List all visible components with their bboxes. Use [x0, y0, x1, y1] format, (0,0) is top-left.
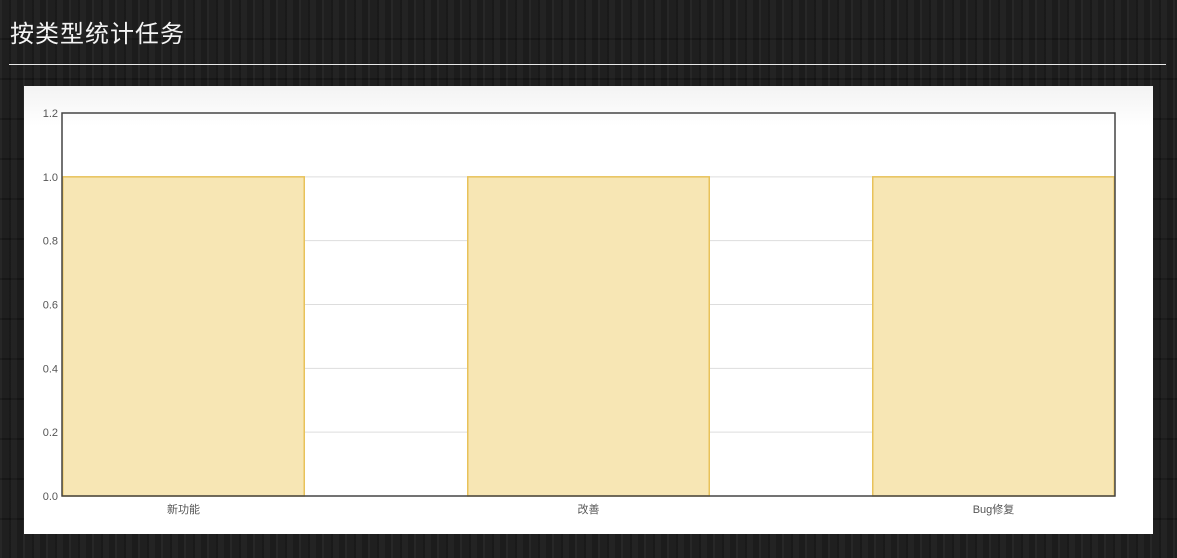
- y-tick-label: 1.0: [43, 172, 58, 184]
- x-axis-ticks: 新功能 改善 Bug修复: [167, 502, 1014, 516]
- chart-panel: 0.0 0.2 0.4 0.6 0.8 1.0 1.2 新功能 改善 Bug修复: [24, 86, 1153, 534]
- bar[interactable]: [872, 176, 1115, 497]
- bar-chart: 0.0 0.2 0.4 0.6 0.8 1.0 1.2 新功能 改善 Bug修复: [43, 108, 1116, 516]
- bars: [62, 176, 1115, 497]
- y-tick-label: 0.0: [43, 491, 58, 503]
- y-axis-ticks: 0.0 0.2 0.4 0.6 0.8 1.0 1.2: [43, 108, 58, 503]
- y-tick-label: 0.8: [43, 236, 58, 248]
- x-tick-label: Bug修复: [973, 502, 1015, 516]
- y-tick-label: 1.2: [43, 108, 58, 120]
- bar[interactable]: [467, 176, 710, 497]
- x-tick-label: 改善: [578, 502, 600, 516]
- y-tick-label: 0.2: [43, 427, 58, 439]
- title-divider: [9, 64, 1166, 65]
- y-tick-label: 0.6: [43, 300, 58, 312]
- y-tick-label: 0.4: [43, 363, 58, 375]
- x-tick-label: 新功能: [167, 502, 200, 516]
- bar[interactable]: [62, 176, 305, 497]
- page-title: 按类型统计任务: [10, 20, 185, 48]
